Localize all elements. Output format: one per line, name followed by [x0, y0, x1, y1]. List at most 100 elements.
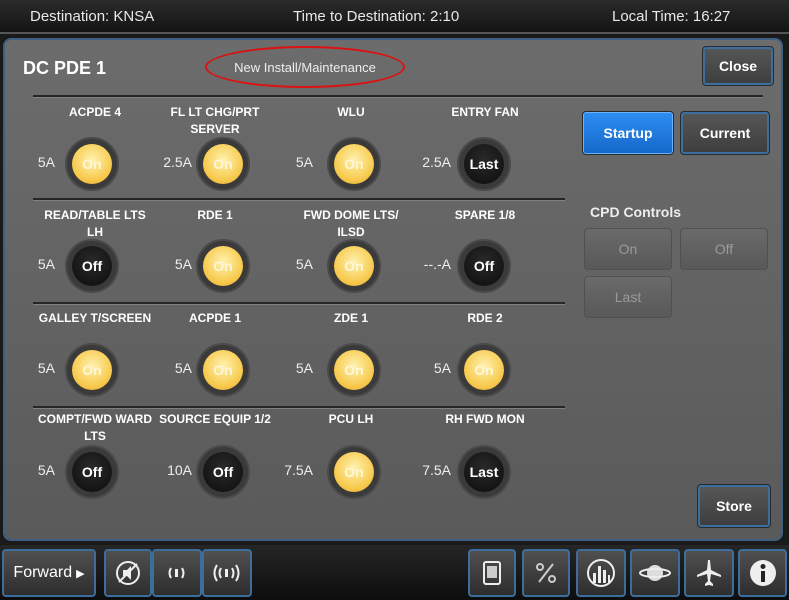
breaker-label: COMPT/FWD WARD LTS [38, 412, 152, 443]
volume-up-button[interactable] [202, 549, 252, 597]
breaker-state: On [334, 246, 374, 286]
breaker-label: ENTRY FAN [451, 105, 519, 119]
destination-text: Destination: KNSA [30, 8, 155, 25]
breaker-label: WLU [337, 105, 365, 119]
breaker-state: On [72, 144, 112, 184]
mute-button[interactable] [104, 549, 152, 597]
breaker-label: RDE 2 [467, 311, 503, 325]
breaker-amperage: 5A [295, 256, 313, 272]
status-bar: Destination: KNSA Time to Destination: 2… [0, 0, 789, 34]
forward-button[interactable]: Forward ▶ [2, 549, 96, 597]
store-button[interactable]: Store [697, 484, 771, 528]
pde-panel: DC PDE 1 New Install/Maintenance Close A… [3, 38, 783, 541]
breaker-state: On [464, 350, 504, 390]
cpd-off-button[interactable]: Off [680, 228, 768, 270]
breaker-state: Last [464, 452, 504, 492]
breaker-label: SOURCE EQUIP 1/2 [159, 412, 271, 426]
breaker-toggle[interactable]: On [198, 139, 248, 189]
breaker-amperage: 5A [295, 360, 313, 376]
breaker-amperage: 2.5A [163, 154, 192, 170]
breaker-amperage: 5A [174, 256, 192, 272]
breaker-amperage: 5A [433, 360, 451, 376]
breaker-amperage: --.-A [423, 256, 451, 272]
breaker-toggle[interactable]: On [459, 345, 509, 395]
breaker-state: On [334, 144, 374, 184]
info-icon [749, 560, 776, 586]
cpd-last-button[interactable]: Last [584, 276, 672, 318]
breaker-label: RDE 1 [197, 208, 233, 222]
breaker-state: Off [464, 246, 504, 286]
breaker-label: ACPDE 4 [68, 105, 121, 119]
breaker-toggle[interactable]: Last [459, 139, 509, 189]
breaker-label: RH FWD MON [445, 412, 525, 426]
breaker-toggle[interactable]: On [329, 139, 379, 189]
breaker-toggle[interactable]: Off [198, 447, 248, 497]
volume-low-icon [168, 567, 185, 579]
planet-icon [639, 565, 671, 581]
forward-label: Forward [13, 564, 73, 581]
breaker-amperage: 5A [295, 154, 313, 170]
breaker-state: On [334, 452, 374, 492]
breaker-state: On [203, 350, 243, 390]
breaker-state: Off [72, 246, 112, 286]
breaker-amperage: 5A [174, 360, 192, 376]
breaker-state: Off [72, 452, 112, 492]
cpd-on-button[interactable]: On [584, 228, 672, 270]
mute-icon [116, 561, 140, 585]
building-button[interactable] [576, 549, 626, 597]
volume-down-button[interactable] [152, 549, 202, 597]
bottom-nav: Forward ▶ [0, 545, 789, 600]
breaker-label: READ/TABLE LTS LH [44, 208, 146, 239]
divider [33, 302, 565, 305]
building-icon [587, 559, 615, 587]
breaker-toggle[interactable]: On [329, 447, 379, 497]
screen-button[interactable] [468, 549, 516, 597]
breaker-label: ACPDE 1 [188, 311, 241, 325]
breaker-amperage: 5A [37, 256, 55, 272]
breaker-toggle[interactable]: On [67, 345, 117, 395]
planet-button[interactable] [630, 549, 680, 597]
time-to-destination-text: Time to Destination: 2:10 [293, 8, 460, 25]
page-title: DC PDE 1 [23, 58, 107, 78]
divider [33, 406, 565, 409]
breaker-toggle[interactable]: On [329, 241, 379, 291]
breaker-toggle[interactable]: Last [459, 447, 509, 497]
breaker-state: On [72, 350, 112, 390]
breaker-amperage: 7.5A [422, 462, 451, 478]
volume-high-icon [213, 564, 240, 582]
breaker-state: Last [464, 144, 504, 184]
startup-button[interactable]: Startup [582, 111, 674, 155]
breaker-toggle[interactable]: On [198, 345, 248, 395]
percent-button[interactable] [522, 549, 570, 597]
divider [33, 95, 763, 98]
chevron-right-icon: ▶ [76, 567, 85, 580]
breaker-amperage: 5A [37, 462, 55, 478]
breaker-state: On [203, 144, 243, 184]
breaker-toggle[interactable]: Off [67, 241, 117, 291]
breaker-toggle[interactable]: On [67, 139, 117, 189]
breaker-toggle[interactable]: On [329, 345, 379, 395]
breaker-label: FL LT CHG/PRT SERVER [170, 105, 260, 136]
breaker-label: PCU LH [328, 412, 374, 426]
breaker-state: On [334, 350, 374, 390]
breaker-toggle[interactable]: Off [459, 241, 509, 291]
breaker-state: Off [203, 452, 243, 492]
breaker-toggle[interactable]: On [198, 241, 248, 291]
percent-icon [536, 563, 556, 583]
airplane-icon [697, 560, 721, 586]
close-button[interactable]: Close [702, 46, 774, 86]
breaker-amperage: 5A [37, 360, 55, 376]
info-button[interactable] [738, 549, 787, 597]
breaker-label: ZDE 1 [333, 311, 368, 325]
cpd-controls-title: CPD Controls [590, 204, 681, 220]
local-time-text: Local Time: 16:27 [612, 8, 731, 25]
flight-button[interactable] [684, 549, 734, 597]
breaker-amperage: 2.5A [422, 154, 451, 170]
breaker-label: SPARE 1/8 [454, 208, 516, 222]
breaker-amperage: 10A [167, 462, 192, 478]
breaker-label: FWD DOME LTS/ ILSD [303, 208, 399, 239]
current-button[interactable]: Current [680, 111, 770, 155]
breaker-state: On [203, 246, 243, 286]
mode-label: New Install/Maintenance [205, 46, 405, 88]
breaker-toggle[interactable]: Off [67, 447, 117, 497]
